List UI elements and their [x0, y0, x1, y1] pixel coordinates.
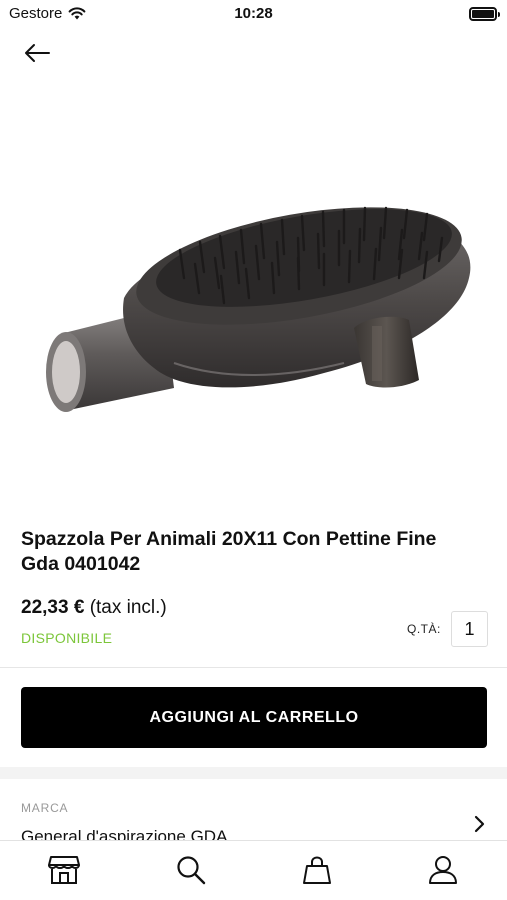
- status-time: 10:28: [234, 5, 273, 22]
- add-to-cart-button[interactable]: AGGIUNGI AL CARRELLO: [21, 687, 487, 748]
- brand-value: General d'aspirazione GDA: [21, 827, 228, 841]
- quantity-label: Q.TÀ:: [407, 622, 441, 636]
- battery-icon: [469, 7, 500, 21]
- tab-account[interactable]: [426, 853, 460, 887]
- tab-search[interactable]: [174, 853, 208, 887]
- quantity-input[interactable]: 1: [451, 611, 488, 647]
- pet-brush-illustration: [45, 206, 470, 412]
- brand-label: MARCA: [21, 801, 69, 815]
- divider: [0, 667, 507, 668]
- tab-cart[interactable]: [300, 853, 334, 887]
- price-value: 22,33 €: [21, 597, 85, 618]
- section-separator: [0, 767, 507, 779]
- store-icon: [48, 856, 80, 884]
- availability-status: DISPONIBILE: [21, 630, 113, 646]
- chevron-right-icon: [474, 815, 485, 833]
- search-icon: [177, 856, 206, 885]
- status-bar: Gestore 10:28: [0, 0, 507, 30]
- price-tax-note: (tax incl.): [89, 597, 167, 618]
- back-button[interactable]: [20, 38, 54, 68]
- product-image: [0, 88, 507, 498]
- brand-row[interactable]: MARCA General d'aspirazione GDA: [0, 779, 507, 841]
- user-icon: [429, 856, 457, 884]
- tab-store[interactable]: [47, 853, 81, 887]
- arrow-left-icon: [25, 44, 50, 62]
- bottom-tab-bar: [0, 840, 507, 900]
- product-price: 22,33 € (tax incl.): [21, 597, 167, 619]
- shopping-bag-icon: [303, 856, 331, 884]
- product-title: Spazzola Per Animali 20X11 Con Pettine F…: [21, 528, 437, 575]
